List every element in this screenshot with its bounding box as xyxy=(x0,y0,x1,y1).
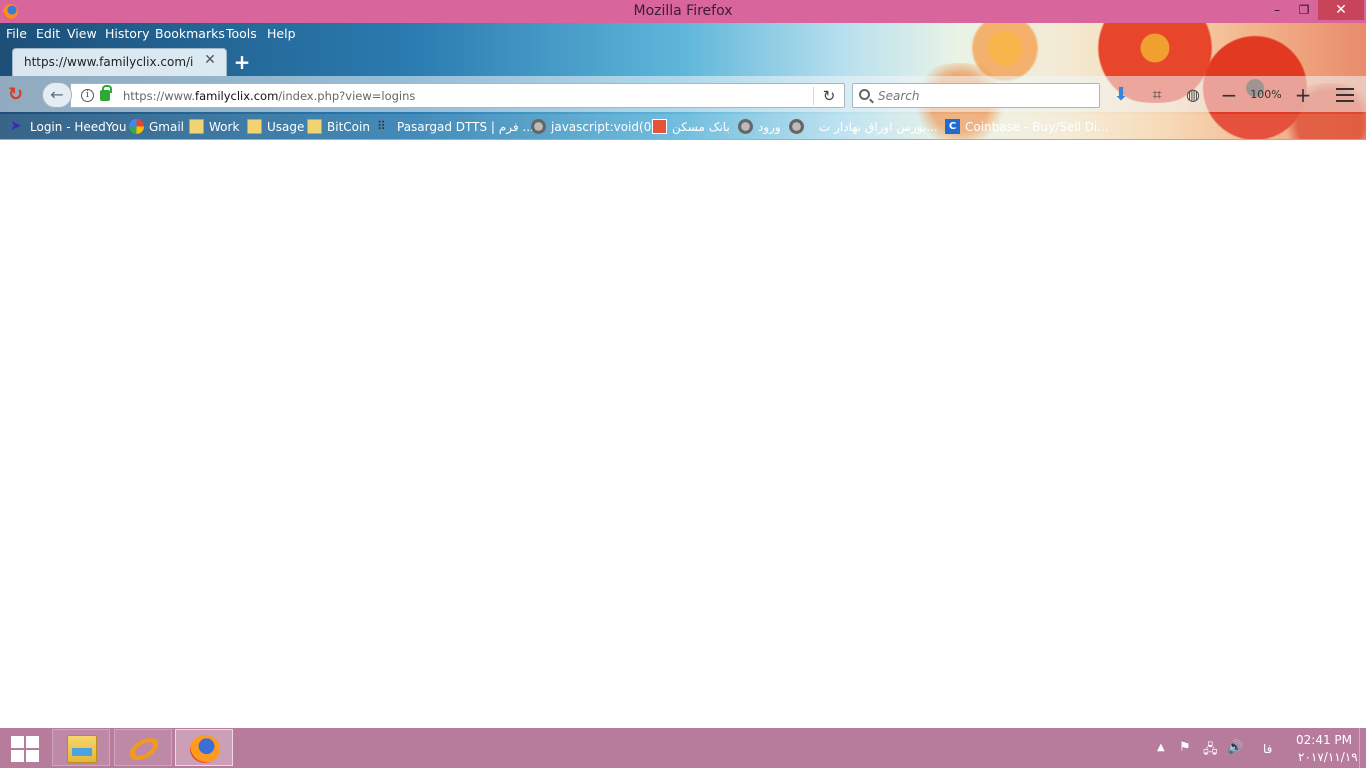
menu-icon[interactable] xyxy=(1336,88,1354,102)
bookmark-label: بانک مسکن xyxy=(672,120,730,134)
url-prefix: https://www. xyxy=(123,89,196,103)
folder-icon xyxy=(247,119,262,134)
menu-history[interactable]: History xyxy=(105,26,149,41)
back-button[interactable]: ← xyxy=(42,82,72,108)
firefox-icon xyxy=(190,735,220,763)
zoom-in-button[interactable]: + xyxy=(1293,85,1313,105)
menu-bookmarks[interactable]: Bookmarks xyxy=(155,26,225,41)
heedyou-icon: ➤ xyxy=(10,118,22,134)
tab-familyclix[interactable]: https://www.familyclix.com/index.php?vie… xyxy=(12,48,227,76)
globe-icon xyxy=(531,119,546,134)
windows-logo-icon xyxy=(26,736,39,748)
globe-icon[interactable]: ◍ xyxy=(1183,85,1203,105)
globe-icon xyxy=(789,119,804,134)
minimize-button[interactable]: – xyxy=(1264,0,1290,20)
input-language[interactable]: فا xyxy=(1263,742,1272,756)
close-tab-icon[interactable]: ✕ xyxy=(202,52,218,70)
menu-view[interactable]: View xyxy=(67,26,97,41)
menu-help[interactable]: Help xyxy=(267,26,296,41)
url-bar[interactable]: i https://www.familyclix.com/index.php?v… xyxy=(70,83,845,108)
reload-icon[interactable]: ↻ xyxy=(8,86,26,104)
search-bar[interactable]: Search xyxy=(852,83,1100,108)
screenshot-icon[interactable]: ⌗ xyxy=(1147,85,1167,105)
taskbar-firefox[interactable] xyxy=(175,729,233,766)
globe-icon xyxy=(738,119,753,134)
bookmarks-toolbar: ➤ Login - HeedYou Gmail Work Usage BitCo… xyxy=(0,114,1366,139)
zoom-level[interactable]: 100% xyxy=(1248,88,1284,101)
bookmark-label: Pasargad DTTS | فرم ... xyxy=(397,120,534,134)
folder-icon xyxy=(189,119,204,134)
bookmark-label: Login - HeedYou xyxy=(30,120,127,134)
url-path: /index.php?view=logins xyxy=(278,89,416,103)
maximize-button[interactable]: ❐ xyxy=(1291,0,1317,20)
info-icon[interactable]: i xyxy=(81,89,94,102)
menu-file[interactable]: File xyxy=(6,26,27,41)
windows-logo-icon xyxy=(11,736,24,748)
zoom-out-button[interactable]: − xyxy=(1219,85,1239,105)
network-icon[interactable]: 🖧 xyxy=(1203,740,1218,762)
menu-edit[interactable]: Edit xyxy=(36,26,60,41)
windows-logo-icon xyxy=(11,750,24,762)
taskbar: ▲ ⚑ 🖧 🔊 xyxy=(0,728,1366,768)
search-input-placeholder: Search xyxy=(878,89,920,103)
divider xyxy=(813,87,814,105)
bookmark-label: Coinbase - Buy/Sell Di... xyxy=(965,120,1109,134)
bookmark-label: بورس اوراق بهادار ت... xyxy=(819,120,938,134)
tab-title: https://www.familyclix.com/index.php?vie… xyxy=(24,55,194,69)
navigation-toolbar: ↻ i https://www.familyclix.com/index.php… xyxy=(0,76,1366,112)
menu-tools[interactable]: Tools xyxy=(226,26,257,41)
folder-icon xyxy=(307,119,322,134)
bank-icon xyxy=(652,119,667,134)
taskbar-file-explorer[interactable] xyxy=(52,729,110,766)
wallet-app-icon xyxy=(125,733,163,765)
bookmark-label: ورود xyxy=(758,120,781,134)
clock-date[interactable]: ۲۰۱۷/۱۱/۱۹ xyxy=(1298,750,1358,764)
show-desktop-button[interactable] xyxy=(1359,728,1366,768)
search-icon xyxy=(859,89,870,100)
show-hidden-icons[interactable]: ▲ xyxy=(1157,742,1165,753)
windows-logo-icon xyxy=(26,750,39,762)
new-tab-button[interactable]: + xyxy=(231,51,253,73)
download-icon[interactable]: ⬇ xyxy=(1111,85,1131,105)
window-title: Mozilla Firefox xyxy=(633,3,733,19)
start-button[interactable] xyxy=(8,735,40,762)
clock-time[interactable]: 02:41 PM xyxy=(1296,733,1352,747)
page-content[interactable] xyxy=(0,139,1366,728)
taskbar-bitcoin-wallet[interactable] xyxy=(114,729,172,766)
bookmark-label: javascript:void(0); xyxy=(551,120,661,134)
url-text[interactable]: https://www.familyclix.com/index.php?vie… xyxy=(123,89,415,103)
google-icon xyxy=(129,119,144,134)
action-center-flag-icon[interactable]: ⚑ xyxy=(1179,740,1191,755)
volume-icon[interactable]: 🔊 xyxy=(1227,740,1243,755)
bookmark-label: Gmail xyxy=(149,120,185,134)
url-host: familyclix.com xyxy=(195,89,279,103)
title-bar: Mozilla Firefox – ❐ ✕ xyxy=(0,0,1366,23)
bookmark-label: BitCoin xyxy=(327,120,370,134)
bookmark-label: Usage xyxy=(267,120,305,134)
lock-icon[interactable] xyxy=(100,85,112,101)
bookmark-label: Work xyxy=(209,120,240,134)
menu-bar: File Edit View History Bookmarks Tools H… xyxy=(0,23,600,45)
refresh-icon[interactable]: ↻ xyxy=(820,87,838,105)
pasargad-icon: ⠿ xyxy=(377,119,386,133)
file-explorer-icon xyxy=(67,735,97,763)
close-button[interactable]: ✕ xyxy=(1318,0,1364,20)
coinbase-icon: C xyxy=(945,119,960,134)
